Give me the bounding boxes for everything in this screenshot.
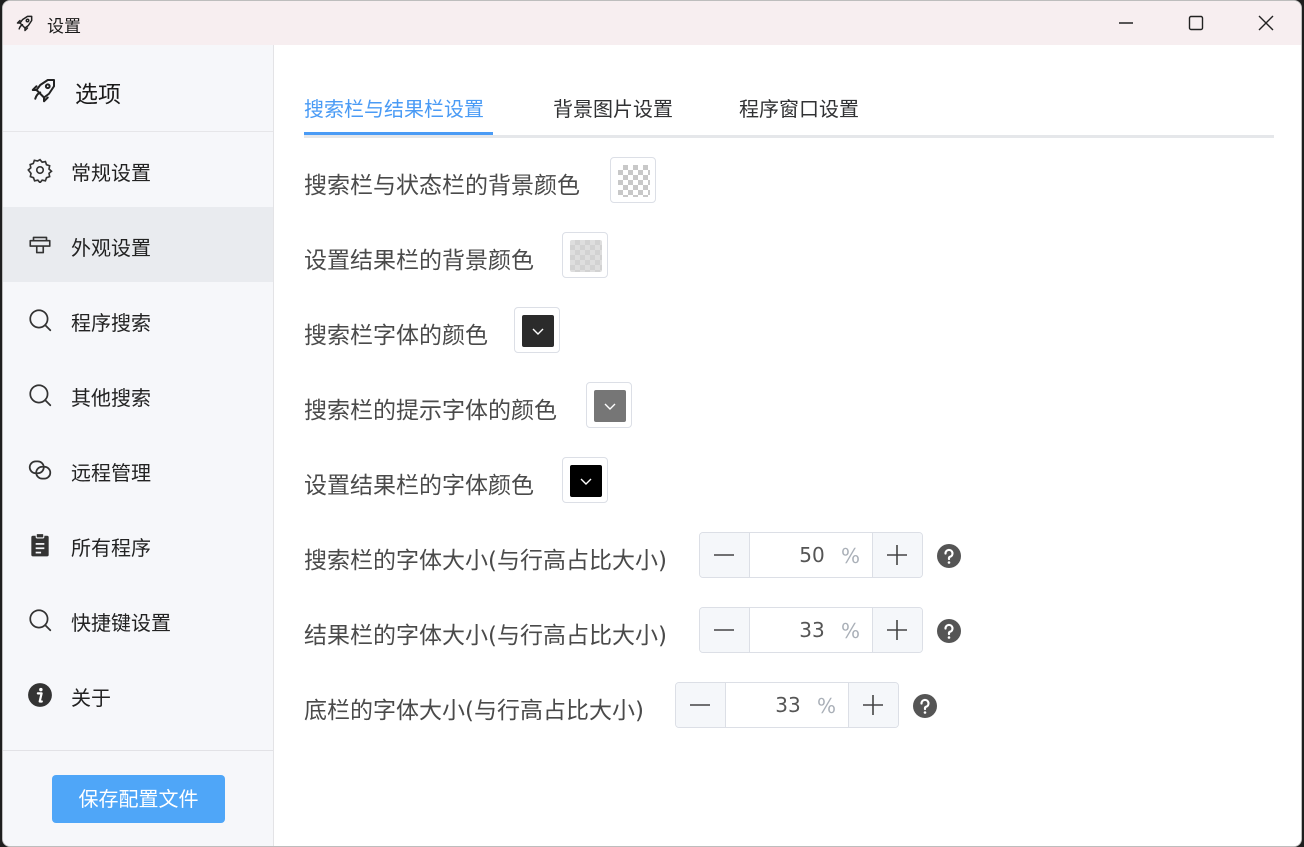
plus-icon (887, 545, 907, 565)
sidebar-item-label: 程序搜索 (71, 311, 151, 335)
minus-icon (714, 629, 734, 631)
result-bar-font-color-label: 设置结果栏的字体颜色 (304, 473, 534, 499)
appearance-icon (27, 232, 53, 258)
result-bar-font-color-picker[interactable] (562, 457, 608, 503)
plus-icon (863, 695, 883, 715)
sidebar-item-about[interactable]: 关于 (3, 657, 273, 732)
increment-button[interactable] (872, 608, 922, 652)
bottom-bar-font-size-stepper: 33 % (675, 682, 899, 728)
increment-button[interactable] (872, 533, 922, 577)
decrement-button[interactable] (700, 608, 750, 652)
close-icon (1258, 15, 1274, 31)
sidebar-item-appearance[interactable]: 外观设置 (3, 207, 273, 282)
search-bar-font-color-picker[interactable] (514, 307, 560, 353)
sidebar-footer: 保存配置文件 (3, 750, 273, 846)
help-icon[interactable] (937, 619, 961, 643)
sidebar-item-general[interactable]: 常规设置 (3, 132, 273, 207)
result-bar-font-size-label: 结果栏的字体大小(与行高占比大小) (304, 623, 667, 649)
sidebar-header: 选项 (3, 45, 273, 132)
color-swatch (570, 465, 602, 497)
sidebar-item-label: 关于 (71, 686, 111, 710)
help-icon[interactable] (913, 694, 937, 718)
sidebar-item-label: 其他搜索 (71, 386, 151, 410)
search-icon (27, 607, 53, 633)
sidebar: 选项 常规设置 外观设置 程序搜索 其他搜索 远程管理 所有程序 快捷键设置 关… (3, 45, 274, 846)
color-swatch (618, 165, 650, 197)
tab-search-result-bar[interactable]: 搜索栏与结果栏设置 (304, 93, 484, 122)
decrement-button[interactable] (676, 683, 726, 727)
search-icon (27, 382, 53, 408)
minimize-button[interactable] (1091, 1, 1161, 45)
search-bar-bg-color-picker[interactable] (610, 157, 656, 203)
sidebar-item-hotkeys[interactable]: 快捷键设置 (3, 582, 273, 657)
settings-window: 设置 选项 常规设置 外观设置 程序搜索 其他搜索 远程管理 所有程序 快捷键设… (2, 0, 1302, 847)
increment-button[interactable] (848, 683, 898, 727)
sidebar-item-label: 外观设置 (71, 236, 151, 260)
minus-icon (714, 554, 734, 556)
search-icon (27, 307, 53, 333)
main-content: 搜索栏与结果栏设置 背景图片设置 程序窗口设置 搜索栏与状态栏的背景颜色 设置结… (274, 45, 1301, 846)
active-tab-indicator (304, 132, 493, 135)
sidebar-title: 选项 (75, 82, 121, 108)
close-button[interactable] (1231, 1, 1301, 45)
clipboard-icon (27, 532, 53, 558)
info-icon (27, 682, 53, 708)
save-config-button[interactable]: 保存配置文件 (52, 775, 225, 823)
chevron-down-icon (532, 328, 544, 335)
link-icon (27, 457, 53, 483)
result-bar-bg-color-picker[interactable] (562, 232, 608, 278)
decrement-button[interactable] (700, 533, 750, 577)
search-bar-font-color-label: 搜索栏字体的颜色 (304, 323, 488, 349)
sidebar-item-remote[interactable]: 远程管理 (3, 432, 273, 507)
color-swatch (594, 390, 626, 422)
rocket-icon (15, 13, 35, 33)
rocket-icon (29, 75, 59, 105)
color-swatch (522, 315, 554, 347)
sidebar-item-label: 远程管理 (71, 461, 151, 485)
title-bar: 设置 (3, 1, 1301, 45)
gear-icon (27, 157, 53, 184)
sidebar-item-program-search[interactable]: 程序搜索 (3, 282, 273, 357)
chevron-down-icon (604, 403, 616, 410)
window-title: 设置 (47, 17, 81, 37)
minus-icon (690, 704, 710, 706)
sidebar-item-other-search[interactable]: 其他搜索 (3, 357, 273, 432)
percent-suffix: % (840, 544, 860, 568)
plus-icon (887, 620, 907, 640)
tab-background-image[interactable]: 背景图片设置 (553, 93, 673, 122)
result-bar-bg-color-label: 设置结果栏的背景颜色 (304, 248, 534, 274)
chevron-down-icon (580, 478, 592, 485)
help-icon[interactable] (937, 544, 961, 568)
color-swatch (570, 240, 602, 272)
search-bar-bg-color-label: 搜索栏与状态栏的背景颜色 (304, 173, 580, 199)
search-bar-font-size-stepper: 50 % (699, 532, 923, 578)
bottom-bar-font-size-label: 底栏的字体大小(与行高占比大小) (304, 698, 644, 724)
sidebar-item-label: 常规设置 (71, 161, 151, 185)
percent-suffix: % (840, 619, 860, 643)
search-hint-font-color-label: 搜索栏的提示字体的颜色 (304, 398, 557, 424)
tab-bar: 搜索栏与结果栏设置 背景图片设置 程序窗口设置 (304, 45, 1274, 138)
maximize-icon (1188, 15, 1204, 31)
percent-suffix: % (816, 694, 836, 718)
search-hint-font-color-picker[interactable] (586, 382, 632, 428)
minimize-icon (1119, 22, 1133, 24)
sidebar-item-all-programs[interactable]: 所有程序 (3, 507, 273, 582)
sidebar-item-label: 快捷键设置 (71, 611, 171, 635)
search-bar-font-size-label: 搜索栏的字体大小(与行高占比大小) (304, 548, 667, 574)
tab-program-window[interactable]: 程序窗口设置 (739, 93, 859, 122)
result-bar-font-size-stepper: 33 % (699, 607, 923, 653)
sidebar-item-label: 所有程序 (71, 536, 151, 560)
maximize-button[interactable] (1161, 1, 1231, 45)
